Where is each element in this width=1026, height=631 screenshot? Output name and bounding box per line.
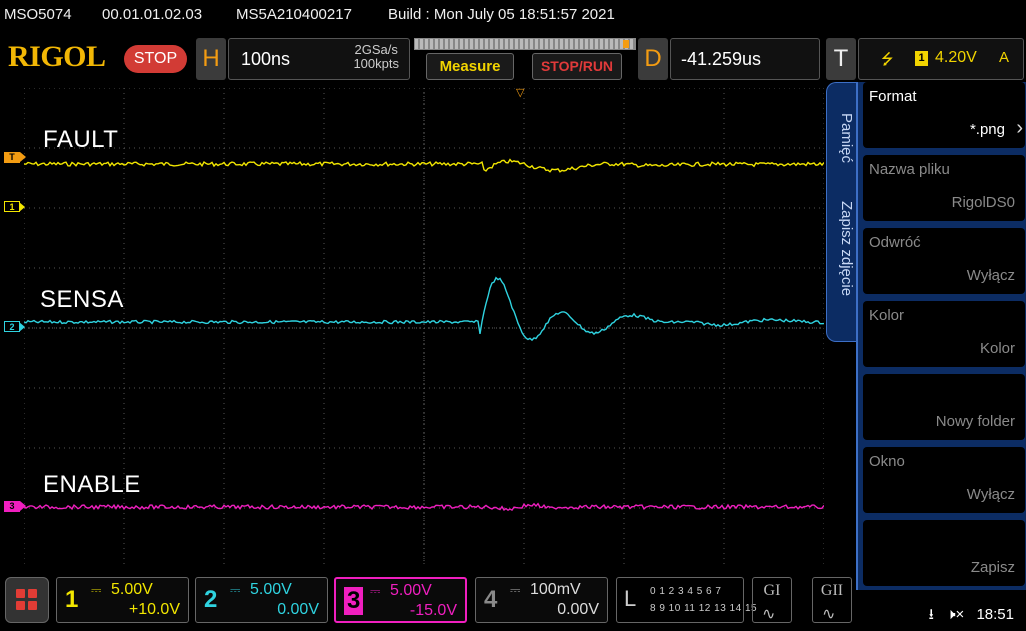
- sample-rate: 2GSa/s: [354, 42, 398, 57]
- generator-label: GI: [763, 582, 781, 599]
- bottom-bar: 1 ⎓ 5.00V +10.0V 2 ⎓ 5.00V 0.00V 3 ⎓ 5.0…: [0, 570, 1026, 631]
- serial-number: MS5A210400217: [236, 6, 352, 23]
- channel-number: 1: [65, 586, 79, 613]
- trigger-level: 4.20V: [935, 49, 977, 66]
- model-name: MSO5074: [4, 6, 72, 23]
- acquisition-info: 2GSa/s 100kpts: [353, 43, 399, 71]
- memory-depth: 100kpts: [353, 56, 399, 71]
- logic-analyzer-settings[interactable]: L 0 1 2 3 4 5 6 7 8 9 10 11 12 13 14 15: [616, 577, 757, 623]
- menu-item-new-folder[interactable]: Nowy folder: [863, 374, 1025, 440]
- channel-scale: 5.00V: [250, 581, 292, 598]
- measure-button[interactable]: Measure: [426, 53, 514, 80]
- channel-4-settings[interactable]: 4 ⎓ 100mV 0.00V: [475, 577, 608, 623]
- menu-item-title: Nazwa pliku: [869, 161, 950, 178]
- digital-channels-0-7: 0 1 2 3 4 5 6 7: [650, 586, 722, 597]
- status-line: MSO5074 00.01.01.02.03 MS5A210400217 Bui…: [0, 0, 1026, 32]
- delay-settings[interactable]: -41.259us: [670, 38, 820, 80]
- dc-coupling-icon: ⎓: [91, 582, 102, 597]
- channel-scale: 100mV: [530, 581, 581, 598]
- menu-item-title: Kolor: [869, 307, 905, 324]
- channel-offset: 0.00V: [277, 601, 319, 618]
- channel-scale: 5.00V: [111, 581, 153, 598]
- usb-icon[interactable]: ⭳: [929, 606, 934, 623]
- trigger-source: 1: [915, 51, 928, 66]
- trigger-level-marker[interactable]: T: [4, 152, 26, 163]
- ch1-offset-marker[interactable]: 1: [4, 201, 25, 212]
- channel-3-settings[interactable]: 3 ⎓ 5.00V -15.0V: [334, 577, 467, 623]
- system-tray: ⭳ 🕨× 18:51: [921, 604, 1014, 629]
- trigger-mode: A: [999, 49, 1010, 66]
- stop-run-button[interactable]: STOP/RUN: [532, 53, 622, 80]
- dc-coupling-icon: ⎓: [510, 582, 521, 597]
- menu-item-value: RigolDS0: [951, 194, 1015, 211]
- dc-coupling-icon: ⎓: [230, 582, 241, 597]
- menu-item-invert[interactable]: Odwróć Wyłącz: [863, 228, 1025, 294]
- digital-channels-8-15: 8 9 10 11 12 13 14 15: [650, 603, 758, 614]
- channel-1-settings[interactable]: 1 ⎓ 5.00V +10.0V: [56, 577, 189, 623]
- ch3-offset-marker[interactable]: 3: [4, 501, 26, 512]
- waveform-display[interactable]: [24, 88, 824, 564]
- menu-item-value: *.png: [969, 121, 1005, 138]
- sound-muted-icon[interactable]: 🕨×: [946, 606, 964, 623]
- waveform-canvas: [24, 88, 824, 564]
- channel-2-settings[interactable]: 2 ⎓ 5.00V 0.00V: [195, 577, 328, 623]
- menu-item-value: Kolor: [979, 340, 1015, 357]
- trace-label-enable: ENABLE: [43, 471, 141, 498]
- trace-label-fault: FAULT: [43, 126, 119, 153]
- tab-memory[interactable]: Pamięć: [829, 113, 855, 163]
- generator-label: GII: [820, 582, 844, 599]
- delay-offset-value: -41.259us: [681, 49, 762, 69]
- logic-analyzer-label: L: [624, 586, 637, 611]
- channel-number: 3: [344, 587, 364, 615]
- menu-item-filename[interactable]: Nazwa pliku RigolDS0: [863, 155, 1025, 221]
- menu-item-value: Nowy folder: [935, 413, 1015, 430]
- sine-wave-icon: ∿: [762, 606, 776, 623]
- ch1-trace: [24, 158, 824, 173]
- channel-offset: 0.00V: [557, 601, 599, 618]
- trigger-menu-button[interactable]: T: [826, 38, 856, 80]
- ch2-offset-marker[interactable]: 2: [4, 321, 25, 332]
- main-menu-button[interactable]: [5, 577, 49, 623]
- dc-coupling-icon: ⎓: [370, 583, 381, 598]
- menu-item-title: Odwróć: [869, 234, 921, 251]
- clock: 18:51: [976, 606, 1014, 623]
- run-state-badge[interactable]: STOP: [124, 45, 187, 73]
- rigol-logo: RIGOL: [8, 40, 106, 73]
- menu-item-value: Wyłącz: [966, 267, 1015, 284]
- channel-number: 2: [204, 586, 218, 613]
- build-info: Build : Mon July 05 18:51:57 2021: [388, 6, 615, 23]
- view-window-indicator: [623, 40, 629, 48]
- channel-offset: +10.0V: [128, 601, 180, 618]
- menu-item-title: Okno: [869, 453, 905, 470]
- menu-item-title: Format: [869, 88, 917, 105]
- save-image-menu: Format *.png › Nazwa pliku RigolDS0 Odwr…: [856, 82, 1026, 590]
- horizontal-settings[interactable]: 100ns 2GSa/s 100kpts: [228, 38, 410, 80]
- generator-2-button[interactable]: GII ∿: [812, 577, 852, 623]
- timebase-value: 100ns: [241, 49, 291, 69]
- horizontal-menu-button[interactable]: H: [196, 38, 226, 80]
- menu-item-format[interactable]: Format *.png ›: [863, 82, 1025, 148]
- generator-1-button[interactable]: GI ∿: [752, 577, 792, 623]
- channel-offset: -15.0V: [409, 602, 457, 619]
- menu-item-value: Wyłącz: [966, 486, 1015, 503]
- memory-position-bar: [414, 38, 636, 50]
- trace-label-sensa: SENSA: [40, 286, 124, 313]
- tab-save-image[interactable]: Zapisz zdjęcie: [829, 201, 855, 296]
- delay-menu-button[interactable]: D: [638, 38, 668, 80]
- channel-scale: 5.00V: [390, 582, 432, 599]
- sine-wave-icon: ∿: [822, 606, 836, 623]
- chevron-right-icon: ›: [1016, 117, 1023, 139]
- trigger-settings[interactable]: ⭍ 1 4.20V A: [858, 38, 1024, 80]
- firmware-version: 00.01.01.02.03: [102, 6, 203, 23]
- rising-edge-icon: ⭍: [881, 51, 894, 68]
- menu-item-color[interactable]: Kolor Kolor: [863, 301, 1025, 367]
- menu-item-window[interactable]: Okno Wyłącz: [863, 447, 1025, 513]
- channel-number: 4: [484, 586, 498, 613]
- grid-icon: [16, 589, 25, 598]
- menu-tab-strip[interactable]: Pamięć Zapisz zdjęcie: [826, 82, 856, 342]
